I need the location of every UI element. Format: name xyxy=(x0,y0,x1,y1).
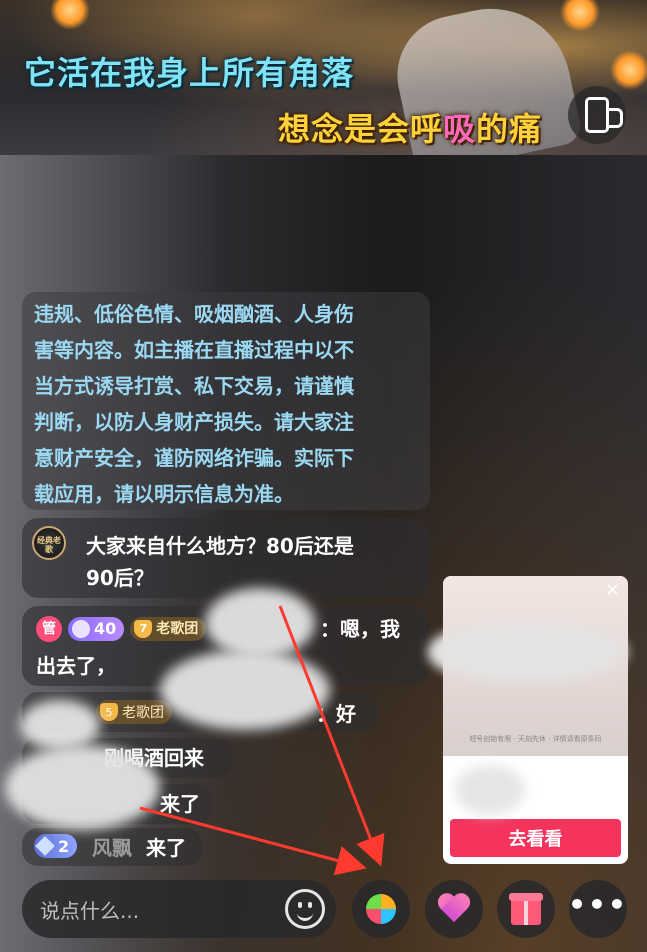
privacy-blur xyxy=(430,622,625,682)
rotate-phone-icon xyxy=(585,97,623,133)
privacy-blur xyxy=(5,745,160,830)
ad-fine-print: 短号创始有限 · 天刻先休 · 详情请看原条码 xyxy=(469,735,602,743)
message-text: 来了 xyxy=(146,836,186,860)
go-see-button[interactable]: 去看看 xyxy=(450,819,621,857)
privacy-blur xyxy=(20,700,100,750)
privacy-blur xyxy=(205,588,315,658)
lyric-line-1: 它活在我身上所有角落 xyxy=(24,54,355,92)
level-badge: 40 xyxy=(68,617,125,641)
notice-line: 当方式诱导打赏、私下交易，请谨慎 xyxy=(34,374,354,398)
fan-group-shield-icon: 5 xyxy=(100,703,118,721)
notice-line: 害等内容。如主播在直播过程中以不 xyxy=(34,338,354,362)
pinwheel-icon xyxy=(366,894,396,924)
question-line: 大家来自什么地方？80后还是 xyxy=(86,534,354,558)
gift-button[interactable] xyxy=(497,880,555,938)
message-text: 来了 xyxy=(160,792,200,816)
fan-group-badge: 5 老歌团 xyxy=(96,700,172,724)
ad-card[interactable]: ✕ 短号创始有限 · 天刻先休 · 详情请看原条码 去看看 xyxy=(443,576,628,864)
platform-notice: 违规、低俗色情、吸烟酗酒、人身伤 害等内容。如主播在直播过程中以不 当方式诱导打… xyxy=(22,292,430,510)
background-lamp xyxy=(560,0,600,32)
emoji-icon[interactable] xyxy=(285,889,325,929)
like-button[interactable] xyxy=(425,880,483,938)
heart-icon xyxy=(437,894,471,924)
background-lamp xyxy=(50,0,90,30)
notice-line: 判断，以防人身财产损失。请大家注 xyxy=(34,410,354,434)
user-name[interactable]: 风飘 xyxy=(92,832,132,861)
fan-group-badge: 7 老歌团 xyxy=(130,617,207,641)
fan-group-shield-icon: 7 xyxy=(134,620,153,638)
admin-badge: 管 xyxy=(36,616,62,642)
close-icon[interactable]: ✕ xyxy=(605,580,620,601)
level-badge: 2 xyxy=(34,834,78,858)
pinned-question[interactable]: 经典老歌 大家来自什么地方？80后还是 90后？ xyxy=(22,518,430,598)
notice-line: 违规、低俗色情、吸烟酗酒、人身伤 xyxy=(34,302,354,326)
lyric-line-2: 想念是会呼吸的痛 xyxy=(278,110,543,148)
more-dots-icon: ••• xyxy=(568,887,628,921)
background-lamp xyxy=(610,50,647,90)
rotate-screen-button[interactable] xyxy=(568,86,626,144)
privacy-blur xyxy=(160,650,330,730)
gift-icon xyxy=(509,893,543,925)
host-avatar[interactable]: 经典老歌 xyxy=(32,526,66,560)
privacy-blur xyxy=(455,765,525,815)
notice-line: 意财产安全，谨防网络诈骗。实际下 xyxy=(34,446,354,470)
notice-line: 载应用，请以明示信息为准。 xyxy=(34,482,294,506)
pinwheel-button[interactable] xyxy=(352,880,410,938)
diamond-icon xyxy=(35,836,55,856)
live-video[interactable]: 它活在我身上所有角落 想念是会呼吸的痛 xyxy=(0,0,647,155)
level-icon xyxy=(72,620,90,638)
more-button[interactable]: ••• xyxy=(568,880,628,938)
